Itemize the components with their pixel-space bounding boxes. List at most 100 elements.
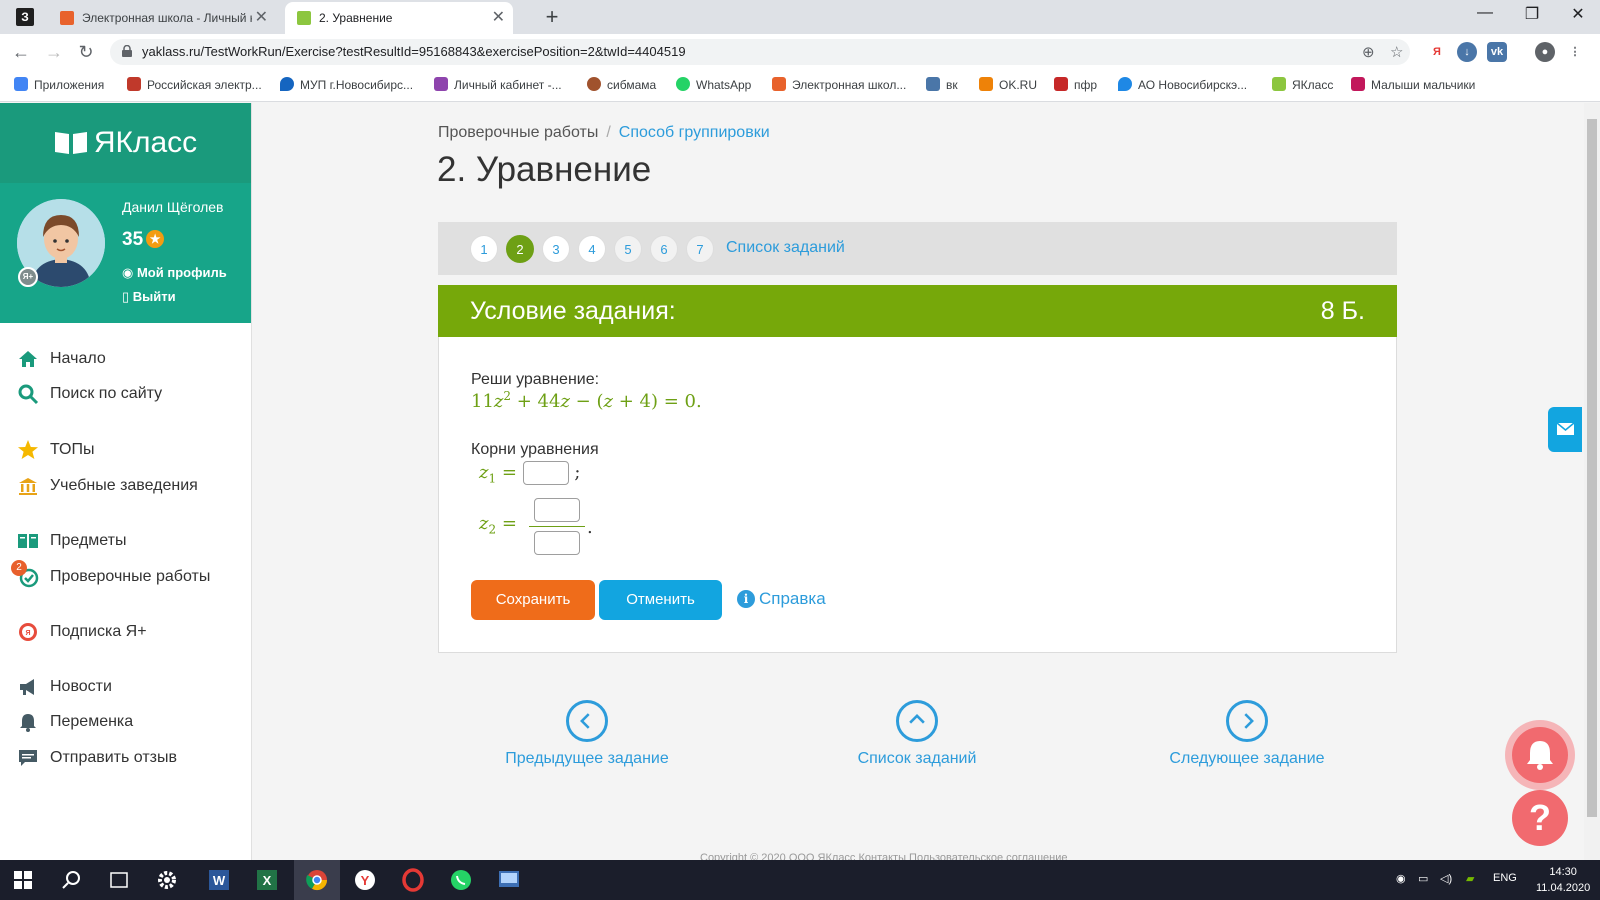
task-list-link[interactable]: Список заданий — [726, 239, 845, 257]
nvidia-icon[interactable]: ▰ — [1466, 872, 1474, 885]
my-profile-link[interactable]: ◉ Мой профиль — [122, 265, 227, 281]
question-number-2[interactable]: 2 — [506, 235, 534, 263]
taskbar-excel[interactable]: X — [244, 860, 290, 900]
browser-tab-equation[interactable]: 2. Уравнение ✕ — [285, 2, 513, 34]
close-tab-icon[interactable]: ✕ — [255, 2, 268, 34]
breadcrumb-root[interactable]: Проверочные работы — [438, 124, 598, 141]
task-list-nav[interactable]: Список заданий — [807, 700, 1027, 768]
sidebar-item-search[interactable]: Поиск по сайту — [0, 376, 252, 412]
feedback-mail-button[interactable] — [1548, 407, 1582, 452]
vk-extension-icon[interactable]: vk — [1487, 42, 1507, 62]
sidebar-item-break[interactable]: Переменка — [0, 704, 252, 740]
download-extension-icon[interactable]: ↓ — [1457, 42, 1477, 62]
new-tab-icon[interactable]: + — [538, 4, 566, 30]
taskbar-opera[interactable] — [390, 860, 436, 900]
taskbar-settings[interactable] — [144, 860, 190, 900]
question-number-6[interactable]: 6 — [650, 235, 678, 263]
question-number-3[interactable]: 3 — [542, 235, 570, 263]
volume-icon[interactable]: ◁) — [1440, 872, 1452, 885]
bookmark-kids[interactable]: Малыши мальчики — [1351, 77, 1475, 92]
bell-icon — [20, 714, 36, 732]
sidebar-item-subscription[interactable]: Я Подписка Я+ — [0, 614, 252, 650]
bookmark-icon — [587, 77, 601, 91]
page-scrollbar[interactable] — [1584, 103, 1600, 860]
taskbar-yandex[interactable]: Y — [342, 860, 388, 900]
save-button[interactable]: Сохранить — [471, 580, 595, 620]
close-window-icon[interactable]: ✕ — [1558, 4, 1598, 24]
close-tab-icon[interactable]: ✕ — [492, 2, 505, 34]
taskbar-whatsapp[interactable] — [438, 860, 484, 900]
address-bar[interactable]: yaklass.ru/TestWorkRun/Exercise?testResu… — [110, 39, 1410, 65]
question-number-1[interactable]: 1 — [470, 235, 498, 263]
language-indicator[interactable]: ENG — [1493, 872, 1517, 884]
logout-link[interactable]: ▯ Выйти — [122, 289, 176, 305]
back-icon[interactable]: ← — [9, 40, 33, 64]
bookmark-vk[interactable]: вк — [926, 77, 958, 92]
previous-task-nav[interactable]: Предыдущее задание — [477, 700, 697, 768]
install-icon[interactable]: ⊕ — [1362, 43, 1375, 61]
school-favicon-icon — [60, 11, 74, 25]
minimize-icon[interactable]: — — [1465, 4, 1505, 22]
yandex-browser-icon[interactable]: З — [16, 8, 34, 26]
browser-tab-strip: З Электронная школа - Личный к ✕ 2. Урав… — [0, 0, 1600, 34]
question-number-5[interactable]: 5 — [614, 235, 642, 263]
root-2-denominator-input[interactable] — [534, 531, 580, 555]
cancel-button[interactable]: Отменить — [599, 580, 722, 620]
bookmark-icon — [1054, 77, 1068, 91]
chevron-right-icon — [1226, 700, 1268, 742]
sidebar-item-home[interactable]: Начало — [0, 341, 252, 377]
question-number-7[interactable]: 7 — [686, 235, 714, 263]
root-2-numerator-input[interactable] — [534, 498, 580, 522]
start-button[interactable] — [0, 860, 46, 900]
sidebar-item-tops[interactable]: ТОПы — [0, 432, 252, 468]
bookmark-pfr[interactable]: пфр — [1054, 77, 1097, 92]
next-task-nav[interactable]: Следующее задание — [1137, 700, 1357, 768]
sidebar-item-subjects[interactable]: Предметы — [0, 523, 252, 559]
bookmark-sibmama[interactable]: сибмама — [587, 77, 656, 92]
network-icon[interactable]: ▭ — [1418, 872, 1428, 885]
breadcrumb-current[interactable]: Способ группировки — [619, 124, 770, 141]
bookmark-personal-cabinet[interactable]: Личный кабинет -... — [434, 77, 562, 92]
reload-icon[interactable]: ↻ — [74, 40, 98, 64]
profile-icon[interactable]: ● — [1535, 42, 1555, 62]
bookmark-rus-electronic[interactable]: Российская электр... — [127, 77, 262, 92]
star-icon — [18, 440, 38, 459]
taskbar-app[interactable] — [486, 860, 532, 900]
sidebar-item-schools[interactable]: Учебные заведения — [0, 468, 252, 504]
question-mark-icon: ? — [1529, 797, 1551, 838]
forward-icon[interactable]: → — [42, 40, 66, 64]
school-icon — [19, 478, 37, 495]
system-clock[interactable]: 14:30 11.04.2020 — [1536, 864, 1590, 896]
taskbar-search[interactable] — [48, 860, 94, 900]
help-question-button[interactable]: ? — [1512, 790, 1568, 846]
menu-icon[interactable]: ⋮ — [1565, 42, 1585, 62]
bookmark-ok[interactable]: OK.RU — [979, 77, 1037, 92]
tests-count-badge: 2 — [11, 560, 27, 576]
task-view-button[interactable] — [96, 860, 142, 900]
help-link[interactable]: i Справка — [737, 589, 826, 609]
bookmark-yaklass[interactable]: ЯКласс — [1272, 77, 1333, 92]
bookmark-ao-novosibirsk[interactable]: АО Новосибирскэ... — [1118, 77, 1247, 92]
root-1-input[interactable] — [522, 461, 569, 485]
bookmark-star-icon[interactable]: ☆ — [1390, 43, 1403, 61]
site-logo[interactable]: ЯКласс — [0, 103, 251, 183]
bookmark-mup[interactable]: МУП г.Новосибирс... — [280, 77, 413, 92]
taskbar-word[interactable]: W — [196, 860, 242, 900]
bookmark-apps[interactable]: Приложения — [14, 77, 104, 92]
scrollbar-thumb[interactable] — [1587, 119, 1597, 817]
yandex-extension-icon[interactable]: Я — [1427, 42, 1447, 62]
task-header: Условие задания: 8 Б. — [438, 285, 1397, 337]
browser-tab-school[interactable]: Электронная школа - Личный к ✕ — [48, 2, 276, 34]
notifications-button[interactable] — [1505, 720, 1575, 790]
question-number-4[interactable]: 4 — [578, 235, 606, 263]
restore-icon[interactable]: ❐ — [1512, 4, 1552, 24]
sidebar: ЯКласс Я+ Данил Щёголев 35 ★ ◉ Мой профил… — [0, 103, 252, 860]
taskbar-chrome[interactable] — [294, 860, 340, 900]
star-icon: ★ — [146, 230, 165, 248]
bookmark-e-school[interactable]: Электронная школ... — [772, 77, 906, 92]
bookmark-whatsapp[interactable]: WhatsApp — [676, 77, 751, 92]
sidebar-item-feedback[interactable]: Отправить отзыв — [0, 740, 252, 776]
sidebar-item-news[interactable]: Новости — [0, 669, 252, 705]
tray-app-icon[interactable]: ◉ — [1396, 872, 1406, 885]
sidebar-item-tests[interactable]: 2 Проверочные работы — [0, 559, 252, 595]
